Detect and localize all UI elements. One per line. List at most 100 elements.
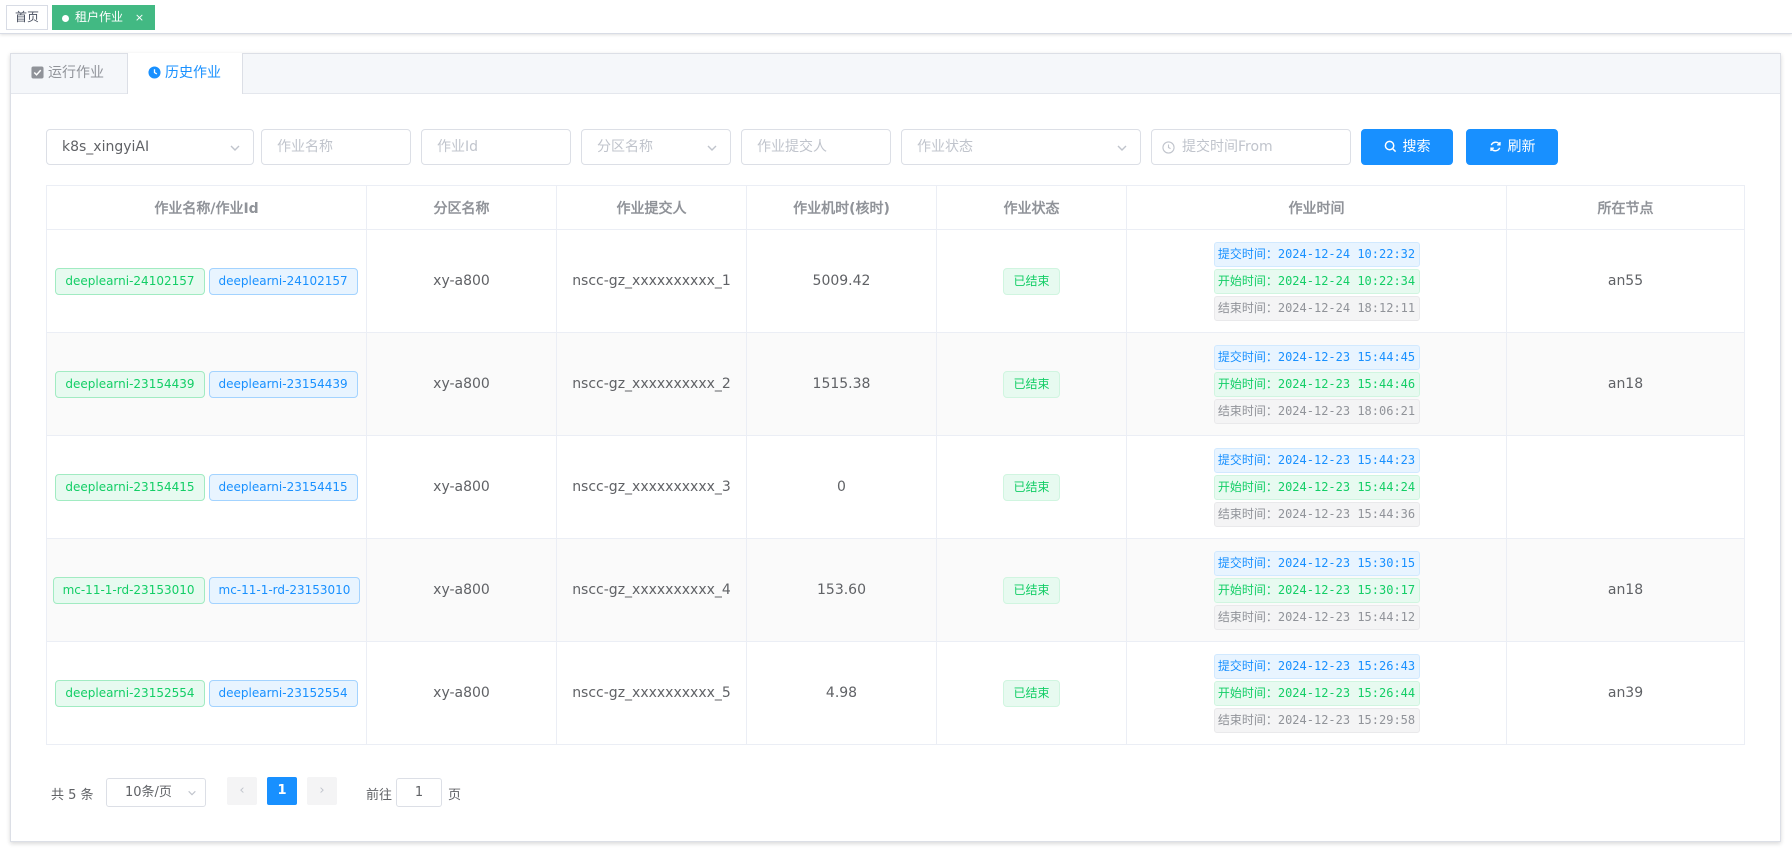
cell-node: an18 [1506, 332, 1745, 436]
page-size-select[interactable]: 10条/页 [106, 778, 206, 807]
start-time-label: 开始时间： [1217, 582, 1278, 597]
cell-status: 已结束 [936, 229, 1127, 333]
cell-status: 已结束 [936, 435, 1127, 539]
cell-name-id: deeplearni-23154415 deeplearni-23154415 [46, 435, 367, 539]
cell-submitter: nscc-gz_xxxxxxxxxx_3 [556, 435, 747, 539]
status-badge: 已结束 [1003, 370, 1060, 398]
end-time-label: 结束时间： [1217, 506, 1278, 521]
start-time-tag: 开始时间：2024-12-23 15:30:17 [1213, 577, 1420, 603]
job-id-input[interactable] [421, 129, 571, 165]
status-badge: 已结束 [1003, 267, 1060, 295]
cell-submitter: nscc-gz_xxxxxxxxxx_4 [556, 538, 747, 642]
job-name-tag[interactable]: deeplearni-23152554 [55, 679, 205, 707]
end-time-label: 结束时间： [1217, 609, 1278, 624]
job-name-tag[interactable]: deeplearni-23154415 [55, 473, 205, 501]
table-row: deeplearni-23152554 deeplearni-23152554 x… [46, 641, 1745, 745]
submit-time-field[interactable] [1152, 130, 1350, 164]
submit-time-tag: 提交时间：2024-12-23 15:26:43 [1213, 653, 1420, 679]
end-time-label: 结束时间： [1217, 300, 1278, 315]
end-time-label: 结束时间： [1217, 403, 1278, 418]
active-dot-icon [62, 15, 69, 22]
page-number-current[interactable]: 1 [267, 777, 297, 805]
jobs-card: 运行作业 历史作业 k8s_xingyiAI 作业名称 作业Id 分区名称 作业… [10, 53, 1781, 842]
cluster-select[interactable]: k8s_xingyiAI [46, 129, 254, 165]
job-name-tag[interactable]: deeplearni-23154439 [55, 370, 205, 398]
job-id-tag[interactable]: deeplearni-23152554 [208, 679, 358, 707]
tag-tenant-jobs[interactable]: 租户作业 × [52, 5, 156, 30]
end-time-label: 结束时间： [1217, 712, 1278, 727]
start-time-tag: 开始时间：2024-12-24 10:22:34 [1213, 268, 1420, 294]
cell-status: 已结束 [936, 641, 1127, 745]
goto-page-input[interactable]: 1 [396, 778, 442, 807]
cell-time: 提交时间：2024-12-24 10:22:32 开始时间：2024-12-24… [1126, 229, 1507, 333]
job-name-field[interactable] [262, 130, 410, 164]
cell-time: 提交时间：2024-12-23 15:30:15 开始时间：2024-12-23… [1126, 538, 1507, 642]
end-time-value: 2024-12-23 18:06:21 [1277, 403, 1416, 418]
column-header-status: 作业状态 [936, 185, 1127, 230]
page-suffix-label: 页 [448, 788, 462, 803]
table-row: deeplearni-24102157 deeplearni-24102157 x… [46, 229, 1745, 333]
cell-node: an39 [1506, 641, 1745, 745]
chevron-down-icon [230, 145, 240, 151]
start-time-value: 2024-12-23 15:44:46 [1277, 376, 1416, 391]
search-button[interactable]: 搜索 [1361, 129, 1453, 165]
tab-history-jobs[interactable]: 历史作业 [127, 53, 243, 94]
job-id-field[interactable] [422, 130, 570, 164]
job-id-tag[interactable]: mc-11-1-rd-23153010 [208, 576, 361, 604]
submitter-field[interactable] [742, 130, 890, 164]
partition-select[interactable] [581, 129, 731, 165]
end-time-tag: 结束时间：2024-12-23 15:44:36 [1213, 501, 1420, 527]
status-badge: 已结束 [1003, 576, 1060, 604]
job-name-tag[interactable]: deeplearni-24102157 [55, 267, 205, 295]
chevron-down-icon [1117, 145, 1127, 151]
page-size-value: 10条/页 [125, 785, 172, 800]
refresh-button[interactable]: 刷新 [1466, 129, 1558, 165]
start-time-value: 2024-12-23 15:44:24 [1277, 479, 1416, 494]
close-icon[interactable]: × [135, 11, 144, 24]
job-id-tag[interactable]: deeplearni-23154415 [208, 473, 358, 501]
start-time-tag: 开始时间：2024-12-23 15:44:46 [1213, 371, 1420, 397]
search-icon [1384, 140, 1396, 153]
cell-submitter: nscc-gz_xxxxxxxxxx_1 [556, 229, 747, 333]
job-id-tag[interactable]: deeplearni-24102157 [208, 267, 358, 295]
pagination-total: 共 5 条 [51, 788, 94, 803]
submit-time-tag: 提交时间：2024-12-23 15:44:23 [1213, 447, 1420, 473]
cell-node: an55 [1506, 229, 1745, 333]
status-field[interactable] [902, 130, 1140, 164]
tag-tenant-jobs-label: 租户作业 [75, 10, 124, 24]
column-header-submitter: 作业提交人 [556, 185, 747, 230]
status-badge: 已结束 [1003, 473, 1060, 501]
submit-time-picker[interactable] [1151, 129, 1351, 165]
start-time-value: 2024-12-24 10:22:34 [1277, 273, 1416, 288]
start-time-value: 2024-12-23 15:30:17 [1277, 582, 1416, 597]
submit-time-value: 2024-12-23 15:30:15 [1277, 555, 1416, 570]
cell-hours: 5009.42 [746, 229, 937, 333]
status-select[interactable] [901, 129, 1141, 165]
cell-submitter: nscc-gz_xxxxxxxxxx_2 [556, 332, 747, 436]
prev-page-button[interactable]: ‹ [227, 777, 257, 805]
clock-icon [1162, 141, 1175, 154]
cell-name-id: deeplearni-24102157 deeplearni-24102157 [46, 229, 367, 333]
submit-time-tag: 提交时间：2024-12-23 15:30:15 [1213, 550, 1420, 576]
cell-submitter: nscc-gz_xxxxxxxxxx_5 [556, 641, 747, 745]
table-row: deeplearni-23154415 deeplearni-23154415 x… [46, 435, 1745, 539]
start-time-label: 开始时间： [1217, 685, 1278, 700]
submit-time-value: 2024-12-23 15:44:23 [1277, 452, 1416, 467]
tab-history-jobs-label: 历史作业 [165, 65, 221, 81]
table-header-row: 作业名称/作业Id 分区名称 作业提交人 作业机时(核时) 作业状态 作业时间 … [46, 185, 1745, 230]
cell-node: an18 [1506, 538, 1745, 642]
job-name-input[interactable] [261, 129, 411, 165]
submit-time-value: 2024-12-23 15:44:45 [1277, 349, 1416, 364]
cell-partition: xy-a800 [366, 435, 557, 539]
job-id-tag[interactable]: deeplearni-23154439 [208, 370, 358, 398]
job-name-tag[interactable]: mc-11-1-rd-23153010 [52, 576, 205, 604]
submit-time-tag: 提交时间：2024-12-23 15:44:45 [1213, 344, 1420, 370]
next-page-button[interactable]: › [307, 777, 337, 805]
tag-home[interactable]: 首页 [6, 5, 49, 30]
submitter-input[interactable] [741, 129, 891, 165]
cell-name-id: deeplearni-23154439 deeplearni-23154439 [46, 332, 367, 436]
tab-running-jobs[interactable]: 运行作业 [11, 53, 124, 94]
clock-icon [148, 66, 161, 79]
cell-partition: xy-a800 [366, 641, 557, 745]
end-time-value: 2024-12-23 15:44:36 [1277, 506, 1416, 521]
